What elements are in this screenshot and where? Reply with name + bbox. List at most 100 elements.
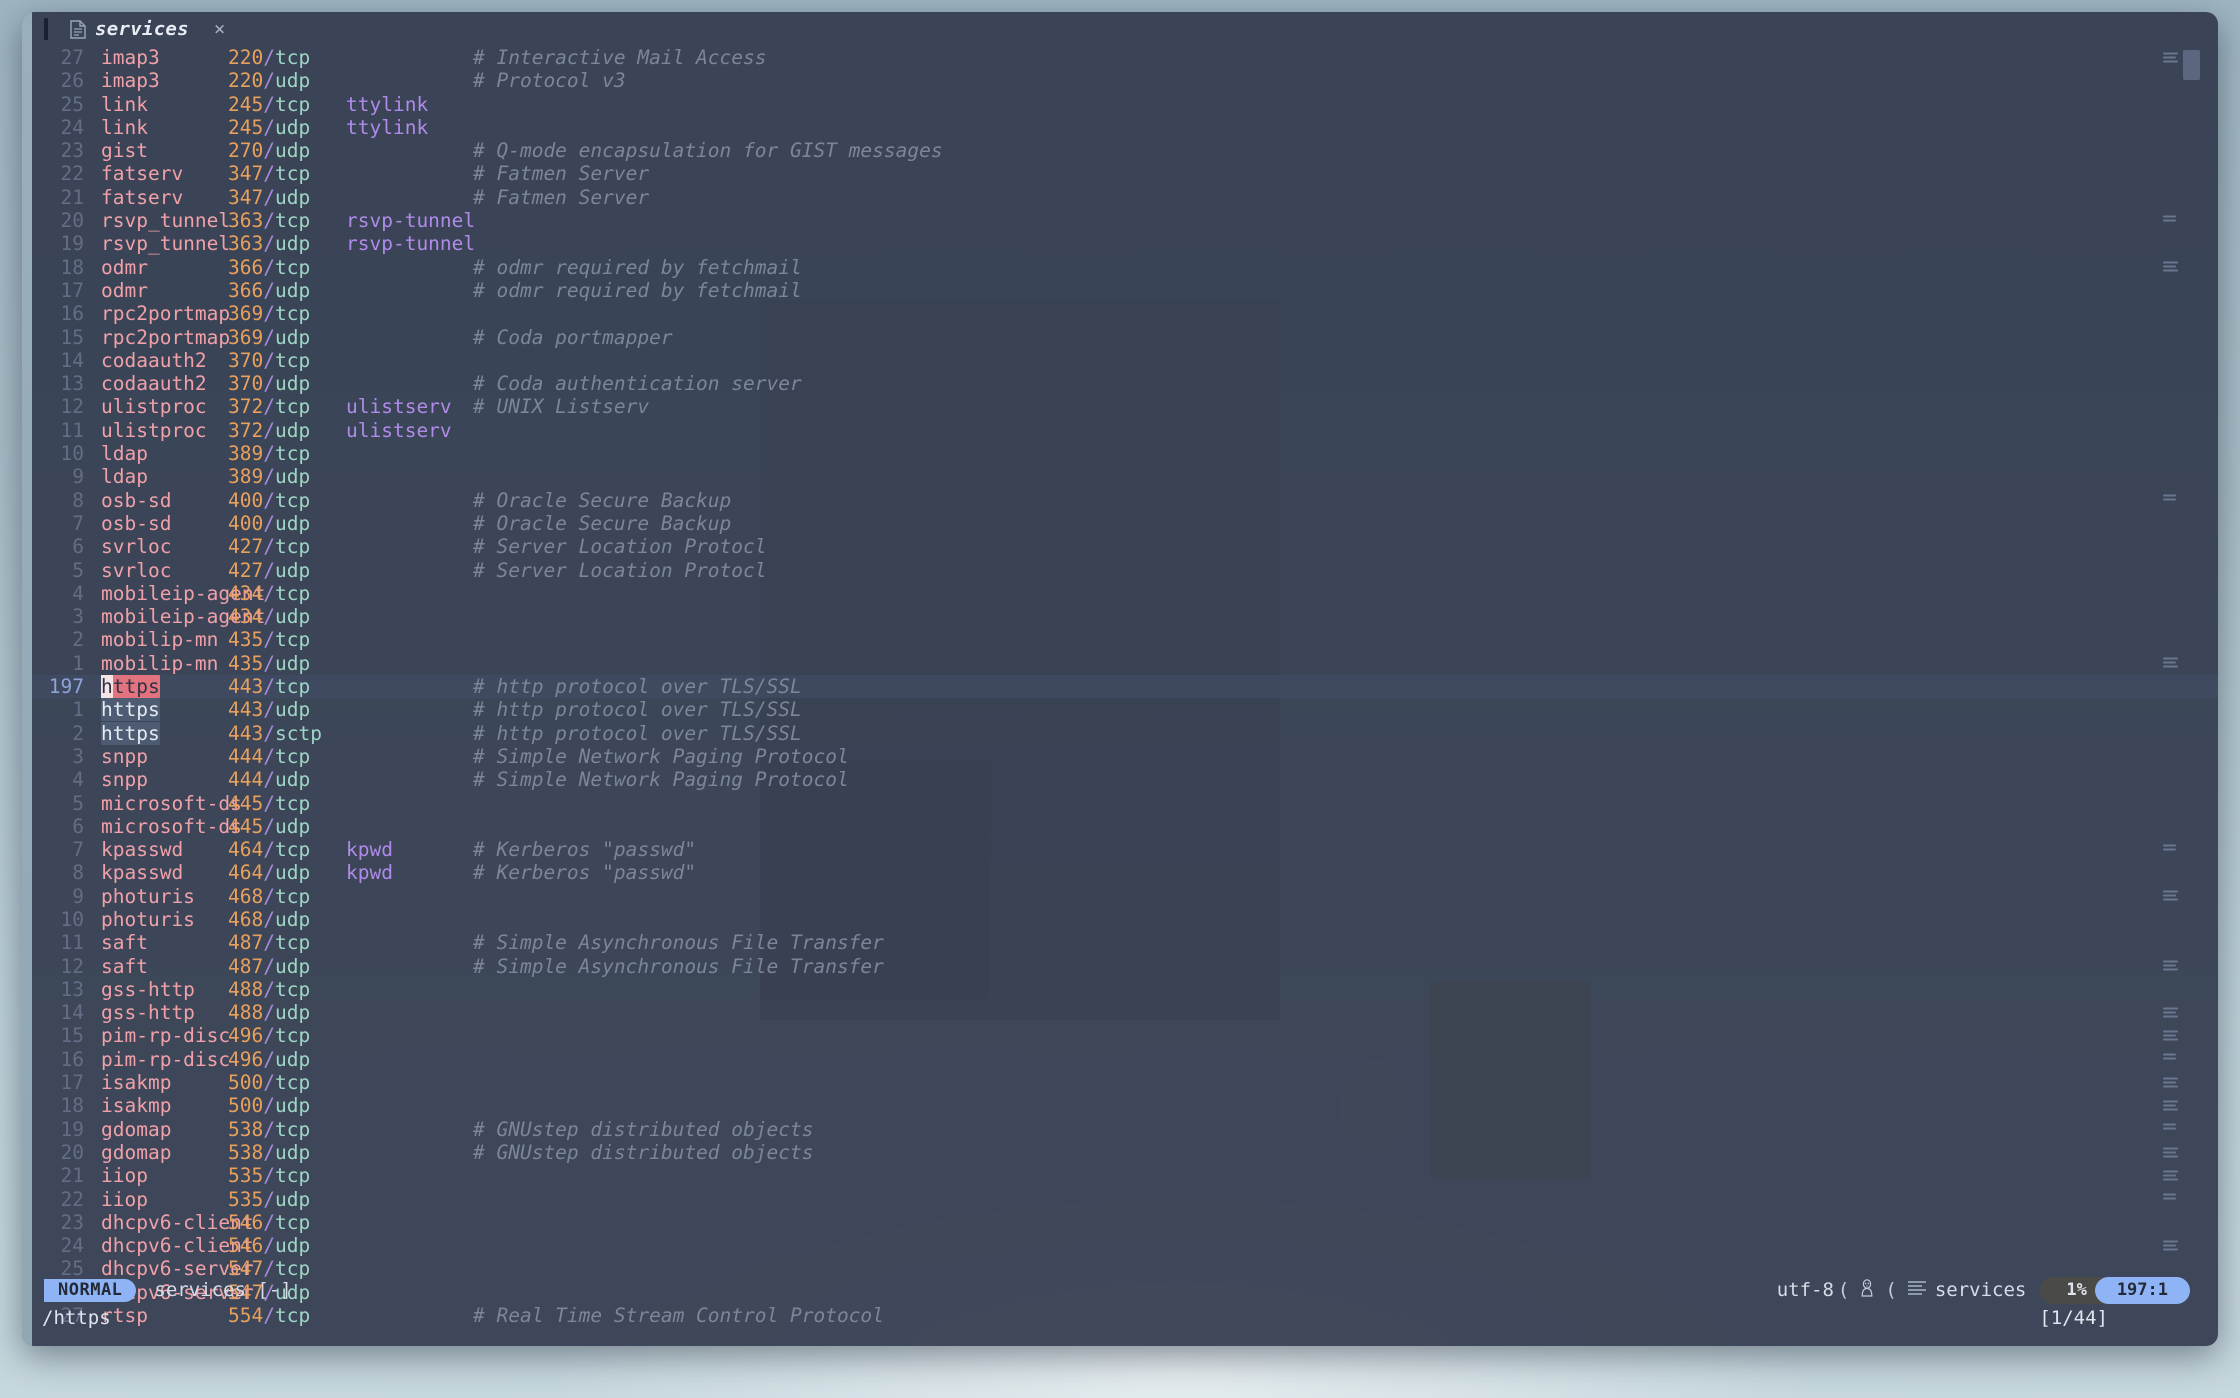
- service-comment: # Simple Network Paging Protocol: [473, 768, 849, 792]
- buffer-line[interactable]: 10 photuris 468/udp: [32, 908, 2218, 931]
- service-name: odmr: [101, 278, 148, 302]
- buffer-line[interactable]: 23 gist 270/udp # Q-mode encapsulation for …: [32, 139, 2218, 162]
- service-comment: # Fatmen Server: [473, 162, 650, 186]
- buffer-line[interactable]: 7 kpasswd 464/tcp kpwd # Kerberos "passwd": [32, 838, 2218, 861]
- line-number: 21: [60, 185, 84, 209]
- buffer-line[interactable]: 24 dhcpv6-client 546/udp: [32, 1234, 2218, 1257]
- buffer-line[interactable]: 25 link 245/tcp ttylink: [32, 93, 2218, 116]
- buffer-line[interactable]: 9 ldap 389/udp: [32, 465, 2218, 488]
- buffer-line[interactable]: 4 snpp 444/udp # Simple Network Paging Prot…: [32, 768, 2218, 791]
- buffer-line[interactable]: 13 gss-http 488/tcp: [32, 978, 2218, 1001]
- gutter-match-mark: [2163, 844, 2178, 855]
- service-alias: rsvp-tunnel: [346, 232, 476, 256]
- buffer-line[interactable]: 19 rsvp_tunnel 363/udp rsvp-tunnel: [32, 232, 2218, 255]
- line-number: 20: [60, 209, 84, 233]
- buffer-line[interactable]: 18 isakmp 500/udp: [32, 1094, 2218, 1117]
- buffer-line[interactable]: 14 gss-http 488/udp: [32, 1001, 2218, 1024]
- buffer-line[interactable]: 27 imap3 220/tcp # Interactive Mail Access: [32, 46, 2218, 69]
- line-number: 12: [60, 395, 84, 419]
- service-name: iiop: [101, 1187, 148, 1211]
- line-number: 15: [60, 1024, 84, 1048]
- line-number: 23: [60, 139, 84, 163]
- buffer-line[interactable]: 17 odmr 366/udp # odmr required by fetchmai…: [32, 279, 2218, 302]
- buffer-line[interactable]: 7 osb-sd 400/udp # Oracle Secure Backup: [32, 512, 2218, 535]
- line-number: 19: [60, 232, 84, 256]
- buffer-line[interactable]: 22 fatserv 347/tcp # Fatmen Server: [32, 162, 2218, 185]
- service-comment: # Simple Asynchronous File Transfer: [473, 931, 884, 955]
- service-port: 400/tcp: [228, 488, 311, 512]
- buffer-line[interactable]: 10 ldap 389/tcp: [32, 442, 2218, 465]
- buffer-line[interactable]: 197 https 443/tcp # http protocol over TLS/…: [32, 675, 2218, 699]
- buffer-line[interactable]: 5 svrloc 427/udp # Server Location Protocl: [32, 559, 2218, 582]
- service-port: 270/udp: [228, 139, 311, 163]
- line-number: 22: [60, 162, 84, 186]
- service-port: 443/sctp: [228, 721, 322, 745]
- buffer-line[interactable]: 15 pim-rp-disc 496/tcp: [32, 1024, 2218, 1047]
- buffer-line[interactable]: 2 mobilip-mn 435/tcp: [32, 628, 2218, 651]
- buffer-line[interactable]: 3 snpp 444/tcp # Simple Network Paging Prot…: [32, 745, 2218, 768]
- service-port: 443/udp: [228, 698, 311, 722]
- editor-buffer[interactable]: 27 imap3 220/tcp # Interactive Mail Access 2…: [32, 46, 2218, 1327]
- buffer-line[interactable]: 3 mobileip-agent 434/udp: [32, 605, 2218, 628]
- buffer-line[interactable]: 5 microsoft-ds 445/tcp: [32, 792, 2218, 815]
- buffer-line[interactable]: 24 link 245/udp ttylink: [32, 116, 2218, 139]
- service-name: isakmp: [101, 1071, 172, 1095]
- buffer-line[interactable]: 18 odmr 366/tcp # odmr required by fetchmai…: [32, 256, 2218, 279]
- buffer-line[interactable]: 6 microsoft-ds 445/udp: [32, 815, 2218, 838]
- buffer-line[interactable]: 21 iiop 535/tcp: [32, 1164, 2218, 1187]
- linux-penguin-icon: [1858, 1277, 1876, 1303]
- service-name: gist: [101, 139, 148, 163]
- service-port: 363/udp: [228, 232, 311, 256]
- service-port: 427/tcp: [228, 535, 311, 559]
- line-number: 15: [60, 325, 84, 349]
- buffer-line[interactable]: 9 photuris 468/tcp: [32, 885, 2218, 908]
- buffer-line[interactable]: 4 mobileip-agent 434/tcp: [32, 582, 2218, 605]
- buffer-line[interactable]: 22 iiop 535/udp: [32, 1188, 2218, 1211]
- buffer-line[interactable]: 16 pim-rp-disc 496/udp: [32, 1048, 2218, 1071]
- service-name: gdomap: [101, 1117, 172, 1141]
- service-name: photuris: [101, 884, 195, 908]
- service-alias: rsvp-tunnel: [346, 209, 476, 233]
- buffer-line[interactable]: 12 ulistproc 372/tcp ulistserv # UNIX Listse…: [32, 395, 2218, 418]
- service-port: 400/udp: [228, 511, 311, 535]
- buffer-line[interactable]: 8 osb-sd 400/tcp # Oracle Secure Backup: [32, 489, 2218, 512]
- service-name: gss-http: [101, 977, 195, 1001]
- service-port: 372/udp: [228, 418, 311, 442]
- buffer-line[interactable]: 20 rsvp_tunnel 363/tcp rsvp-tunnel: [32, 209, 2218, 232]
- buffer-line[interactable]: 6 svrloc 427/tcp # Server Location Protocl: [32, 535, 2218, 558]
- buffer-line[interactable]: 11 saft 487/tcp # Simple Asynchronous File …: [32, 931, 2218, 954]
- buffer-line[interactable]: 23 dhcpv6-client 546/tcp: [32, 1211, 2218, 1234]
- line-number: 22: [60, 1187, 84, 1211]
- line-number: 9: [72, 884, 84, 908]
- service-alias: kpwd: [346, 861, 393, 885]
- close-icon[interactable]: ×: [214, 18, 225, 40]
- buffer-line[interactable]: 8 kpasswd 464/udp kpwd # Kerberos "passwd": [32, 861, 2218, 884]
- line-number: 197: [48, 675, 84, 699]
- buffer-line[interactable]: 26 imap3 220/udp # Protocol v3: [32, 69, 2218, 92]
- buffer-line[interactable]: 1 https 443/udp # http protocol over TLS/SS…: [32, 698, 2218, 722]
- buffer-line[interactable]: 21 fatserv 347/udp # Fatmen Server: [32, 186, 2218, 209]
- service-port: 468/tcp: [228, 884, 311, 908]
- buffer-line[interactable]: 17 isakmp 500/tcp: [32, 1071, 2218, 1094]
- buffer-line[interactable]: 15 rpc2portmap 369/udp # Coda portmapper: [32, 326, 2218, 349]
- command-line[interactable]: /https [1/44]: [32, 1304, 2218, 1332]
- buffer-line[interactable]: 12 saft 487/udp # Simple Asynchronous File …: [32, 955, 2218, 978]
- buffer-line[interactable]: 14 codaauth2 370/tcp: [32, 349, 2218, 372]
- line-number: 11: [60, 418, 84, 442]
- service-comment: # Server Location Protocl: [473, 558, 767, 582]
- line-number: 24: [60, 1234, 84, 1258]
- service-port: 535/tcp: [228, 1164, 311, 1188]
- buffer-line[interactable]: 19 gdomap 538/tcp # GNUstep distributed obj…: [32, 1118, 2218, 1141]
- buffer-line[interactable]: 1 mobilip-mn 435/udp: [32, 652, 2218, 675]
- buffer-line[interactable]: 16 rpc2portmap 369/tcp: [32, 302, 2218, 325]
- line-number: 10: [60, 907, 84, 931]
- service-port: 546/tcp: [228, 1210, 311, 1234]
- buffer-line[interactable]: 11 ulistproc 372/udp ulistserv: [32, 419, 2218, 442]
- service-port: 445/tcp: [228, 791, 311, 815]
- buffer-line[interactable]: 2 https 443/sctp # http protocol over TLS/S…: [32, 721, 2218, 745]
- service-name: svrloc: [101, 535, 172, 559]
- service-comment: # Oracle Secure Backup: [473, 511, 732, 535]
- buffer-line[interactable]: 20 gdomap 538/udp # GNUstep distributed obj…: [32, 1141, 2218, 1164]
- buffer-line[interactable]: 13 codaauth2 370/udp # Coda authentication …: [32, 372, 2218, 395]
- tab-services[interactable]: services ×: [70, 12, 225, 46]
